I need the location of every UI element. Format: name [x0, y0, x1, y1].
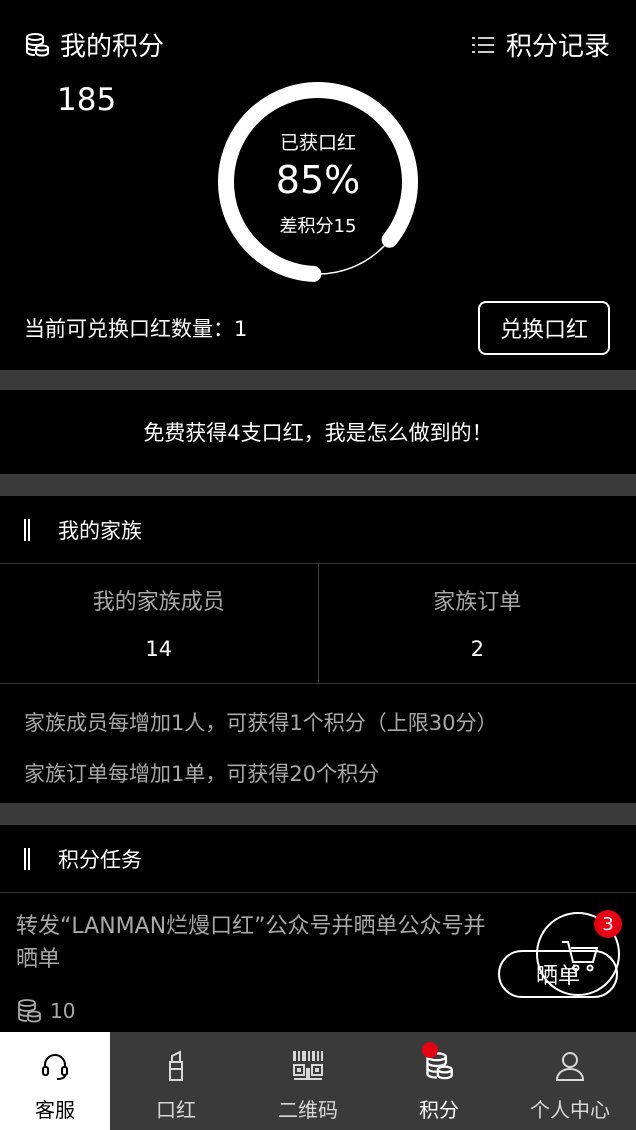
family-rules: 家族成员每增加1人，可获得1个积分（上限30分） 家族订单每增加1单，可获得20… [0, 685, 636, 803]
tasks-section-header: 积分任务 [0, 825, 636, 893]
progress-diff: 差积分15 [279, 216, 357, 237]
family-members-label: 我的家族成员 [92, 590, 225, 615]
headset-icon [42, 1054, 68, 1080]
bottom-tab-bar: 客服 口红 二维码 积分 个人中心 [0, 1032, 636, 1130]
family-section-header: 我的家族 [0, 496, 636, 564]
exchange-lipstick-button[interactable]: 兑换口红 [478, 301, 610, 355]
family-orders-label: 家族订单 [433, 590, 522, 615]
tab-label: 客服 [35, 1098, 75, 1122]
coins-icon [26, 32, 49, 57]
share-order-button[interactable]: 晒单 [498, 950, 618, 998]
separator [0, 370, 636, 390]
family-rule-members: 家族成员每增加1人，可获得1个积分（上限30分） [24, 711, 498, 735]
qrcode-icon [293, 1051, 323, 1080]
task-description: 转发“LANMAN烂熳口红”公众号并晒单公众号并晒单 [16, 914, 486, 972]
tab-customer-service[interactable]: 客服 [0, 1032, 110, 1130]
points-header: 我的积分 积分记录 185 已获口红 85% 差积分15 当前可兑换口红数量：1… [0, 0, 636, 370]
tab-points[interactable]: 积分 [374, 1032, 504, 1130]
promo-banner[interactable]: 免费获得4支口红，我是怎么做到的！ [0, 390, 636, 474]
section-marker [24, 847, 30, 870]
family-members-cell[interactable]: 我的家族成员 14 [0, 564, 318, 683]
tab-lipstick[interactable]: 口红 [110, 1032, 242, 1130]
tab-label: 二维码 [278, 1098, 338, 1122]
progress-label: 已获口红 [279, 132, 356, 154]
cart-badge: 3 [594, 910, 622, 938]
available-count: 当前可兑换口红数量：1 [24, 317, 248, 341]
notification-dot [422, 1042, 438, 1058]
separator [0, 803, 636, 825]
tab-qrcode[interactable]: 二维码 [242, 1032, 374, 1130]
tab-profile[interactable]: 个人中心 [504, 1032, 636, 1130]
points-value: 185 [57, 82, 117, 118]
page-title: 我的积分 [24, 26, 164, 63]
tab-label: 口红 [156, 1098, 196, 1122]
tab-label: 个人中心 [530, 1098, 610, 1122]
family-orders-value: 2 [470, 637, 484, 661]
progress-percent: 85% [275, 158, 361, 202]
list-icon [471, 36, 494, 53]
family-stats: 我的家族成员 14 家族订单 2 [0, 564, 636, 684]
tasks-section-title: 积分任务 [58, 847, 142, 872]
points-record-link[interactable]: 积分记录 [471, 26, 610, 63]
user-icon [555, 1052, 585, 1081]
family-section-title: 我的家族 [58, 518, 142, 543]
section-marker [24, 518, 30, 541]
progress-ring: 已获口红 85% 差积分15 [216, 80, 420, 284]
tab-label: 积分 [419, 1098, 459, 1122]
task-points: 10 [16, 998, 75, 1024]
family-rule-orders: 家族订单每增加1单，可获得20个积分 [24, 762, 380, 786]
task-points-value: 10 [50, 999, 76, 1023]
family-orders-cell[interactable]: 家族订单 2 [317, 564, 636, 683]
separator [0, 474, 636, 496]
lipstick-icon [169, 1050, 183, 1081]
page-title-text: 我的积分 [60, 32, 165, 62]
coins-icon [18, 999, 41, 1023]
points-record-label: 积分记录 [505, 32, 610, 62]
family-members-value: 14 [145, 637, 173, 661]
